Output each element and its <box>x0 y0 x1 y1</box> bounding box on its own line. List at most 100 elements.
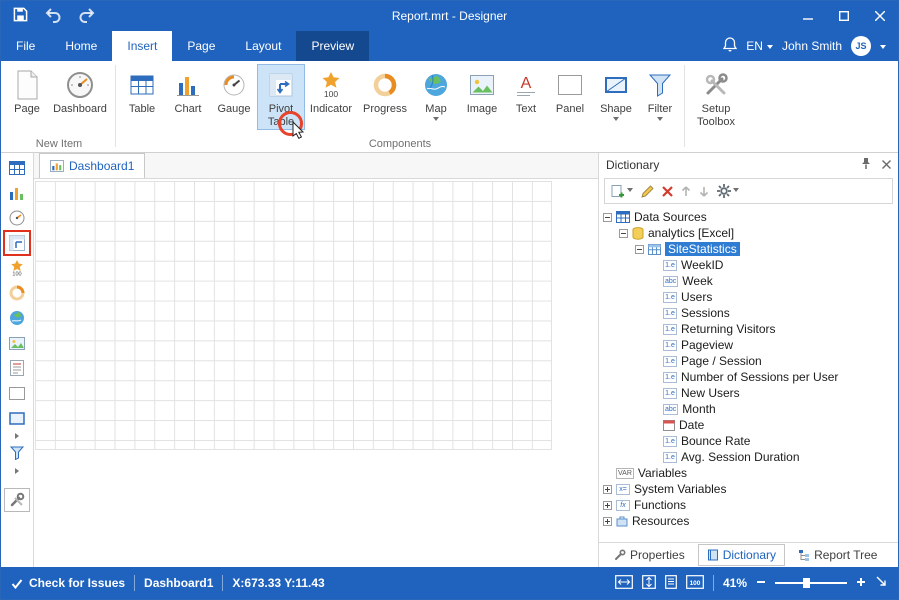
close-button[interactable] <box>862 1 898 31</box>
tree-item[interactable]: 1.e Bounce Rate <box>599 433 898 449</box>
toolbar-item-shape[interactable] <box>4 406 30 430</box>
toolbar-item-map[interactable] <box>4 306 30 330</box>
avatar[interactable]: JS <box>851 36 871 56</box>
toolbar-item-panel[interactable] <box>4 381 30 405</box>
zoom-page-width-button[interactable] <box>615 574 633 592</box>
tree-item[interactable]: Data Sources <box>599 209 898 225</box>
expand-icon[interactable] <box>603 484 612 494</box>
move-down-button[interactable] <box>699 186 709 197</box>
tab-dashboard1[interactable]: Dashboard1 <box>39 153 146 178</box>
filter-icon <box>648 67 672 103</box>
ribbon-item-filter[interactable]: Filter <box>639 64 681 125</box>
tree-item[interactable]: 1.e WeekID <box>599 257 898 273</box>
tree-item[interactable]: 1.e Users <box>599 289 898 305</box>
toolbar-item-indicator[interactable]: 100 <box>4 256 30 280</box>
zoom-slider[interactable] <box>775 578 847 588</box>
zoom-slider-thumb[interactable] <box>803 578 810 588</box>
tree-item[interactable]: 1.e New Users <box>599 385 898 401</box>
minimize-button[interactable] <box>790 1 826 31</box>
edit-button[interactable] <box>641 184 654 198</box>
tree-item[interactable]: 1.e Sessions <box>599 305 898 321</box>
pin-panel-button[interactable] <box>860 157 872 173</box>
tree-item[interactable]: 1.e Avg. Session Duration <box>599 449 898 465</box>
toolbar-item-progress[interactable] <box>4 281 30 305</box>
maximize-button[interactable] <box>826 1 862 31</box>
toolbar-expand-filter-button[interactable] <box>4 466 30 475</box>
tab-home[interactable]: Home <box>50 31 112 61</box>
resize-grip[interactable] <box>875 575 888 591</box>
dashboard-canvas[interactable] <box>34 179 598 567</box>
numeric-field-icon: 1.e <box>663 435 677 447</box>
expand-icon[interactable] <box>603 500 612 510</box>
tree-item[interactable]: x= System Variables <box>599 481 898 497</box>
undo-icon <box>45 7 61 23</box>
collapse-icon[interactable] <box>635 244 644 254</box>
toolbar-item-image[interactable] <box>4 331 30 355</box>
redo-button[interactable] <box>78 7 96 26</box>
tab-report-tree[interactable]: Report Tree <box>789 544 886 566</box>
ribbon-item-progress[interactable]: Progress <box>357 64 413 117</box>
zoom-in-button[interactable] <box>856 576 866 590</box>
image-icon <box>469 67 495 103</box>
language-selector[interactable]: EN <box>746 39 773 53</box>
toolbar-item-gauge[interactable] <box>4 206 30 230</box>
tree-item-selected[interactable]: SiteStatistics <box>599 241 898 257</box>
tree-item[interactable]: Date <box>599 417 898 433</box>
tab-layout[interactable]: Layout <box>230 31 296 61</box>
tab-page[interactable]: Page <box>172 31 230 61</box>
tab-preview[interactable]: Preview <box>296 31 370 61</box>
ribbon-item-gauge[interactable]: Gauge <box>211 64 257 117</box>
dashboard-icon <box>65 67 95 103</box>
move-up-button[interactable] <box>681 185 691 197</box>
ribbon-item-image[interactable]: Image <box>459 64 505 117</box>
notifications-button[interactable] <box>723 37 738 55</box>
zoom-one-page-button[interactable] <box>665 574 677 592</box>
toolbar-expand-shape-button[interactable] <box>4 431 30 440</box>
tree-item[interactable]: abc Month <box>599 401 898 417</box>
tree-item[interactable]: Resources <box>599 513 898 529</box>
ribbon-item-setup-toolbox[interactable]: Setup Toolbox <box>688 64 744 130</box>
design-grid[interactable] <box>35 181 552 450</box>
collapse-icon[interactable] <box>619 228 628 238</box>
zoom-out-button[interactable] <box>756 576 766 590</box>
tree-item[interactable]: 1.e Returning Visitors <box>599 321 898 337</box>
tree-item[interactable]: 1.e Number of Sessions per User <box>599 369 898 385</box>
user-menu-chevron-icon[interactable] <box>880 44 886 52</box>
ribbon-item-table[interactable]: Table <box>119 64 165 117</box>
undo-button[interactable] <box>44 7 62 26</box>
ribbon-item-dashboard[interactable]: Dashboard <box>48 64 112 117</box>
save-button[interactable] <box>13 7 28 25</box>
delete-button[interactable] <box>662 185 673 197</box>
toolbar-item-chart[interactable] <box>4 181 30 205</box>
toolbar-item-text[interactable] <box>4 356 30 380</box>
tree-item[interactable]: 1.e Pageview <box>599 337 898 353</box>
ribbon-item-panel[interactable]: Panel <box>547 64 593 117</box>
toolbar-item-setup-toolbox[interactable] <box>4 488 30 512</box>
ribbon-item-chart[interactable]: Chart <box>165 64 211 117</box>
ribbon-item-page[interactable]: Page <box>6 64 48 117</box>
settings-button[interactable] <box>717 184 739 198</box>
ribbon-item-indicator[interactable]: 100 Indicator <box>305 64 357 117</box>
ribbon-item-map[interactable]: Map <box>413 64 459 125</box>
toolbar-item-filter[interactable] <box>4 441 30 465</box>
tree-item[interactable]: VAR Variables <box>599 465 898 481</box>
tree-item[interactable]: fx Functions <box>599 497 898 513</box>
toolbar-item-pivot-table[interactable] <box>3 230 31 256</box>
tab-dictionary[interactable]: Dictionary <box>697 544 786 566</box>
zoom-100-button[interactable]: 100 <box>686 574 704 592</box>
tab-properties[interactable]: Properties <box>605 544 694 566</box>
ribbon-item-shape[interactable]: Shape <box>593 64 639 125</box>
close-panel-button[interactable] <box>882 158 891 172</box>
tree-item[interactable]: 1.e Page / Session <box>599 353 898 369</box>
check-for-issues-button[interactable]: Check for Issues <box>11 576 125 590</box>
tree-item[interactable]: analytics [Excel] <box>599 225 898 241</box>
tree-item[interactable]: abc Week <box>599 273 898 289</box>
expand-icon[interactable] <box>603 516 612 526</box>
zoom-page-height-button[interactable] <box>642 574 656 592</box>
new-item-button[interactable] <box>611 184 633 198</box>
tab-file[interactable]: File <box>1 31 50 61</box>
collapse-icon[interactable] <box>603 212 612 222</box>
ribbon-item-text[interactable]: A Text <box>505 64 547 117</box>
tab-insert[interactable]: Insert <box>112 31 173 61</box>
toolbar-item-table[interactable] <box>4 156 30 180</box>
